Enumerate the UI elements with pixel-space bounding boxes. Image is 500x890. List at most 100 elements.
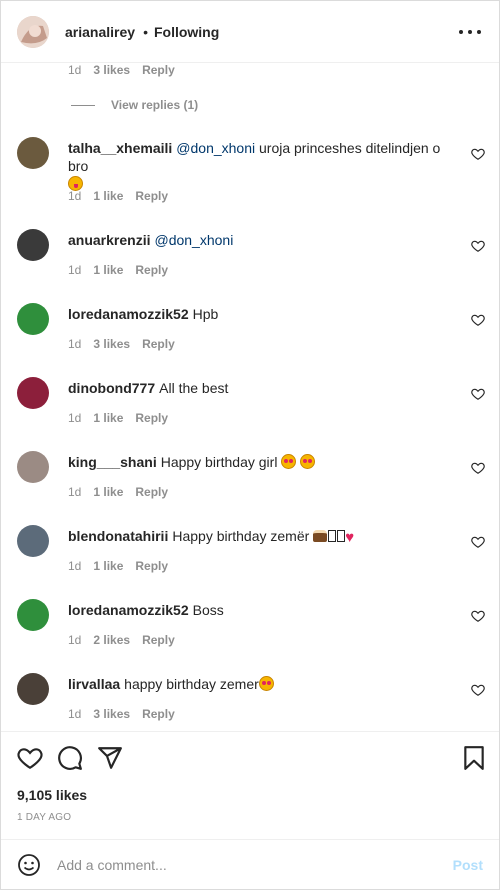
unknown-glyph-icon bbox=[328, 530, 337, 542]
commenter-avatar[interactable] bbox=[17, 137, 49, 169]
comment-time: 1d bbox=[68, 337, 82, 351]
comment-like-heart-icon[interactable] bbox=[471, 387, 485, 401]
comment-time: 1d bbox=[68, 263, 82, 277]
comments-list[interactable]: 1d 3 likes Reply View replies (1) talha_… bbox=[1, 63, 499, 731]
comment-text: blendonatahirii Happy birthday zemër ♥ bbox=[68, 527, 458, 547]
comment-time: 1d bbox=[68, 411, 82, 425]
comment-text: loredanamozzik52 Boss bbox=[68, 601, 458, 619]
more-options-icon[interactable] bbox=[459, 23, 481, 41]
comment-mention[interactable]: @don_xhoni bbox=[154, 232, 233, 248]
comment-body: Happy birthday girl bbox=[160, 454, 278, 470]
comment-like-heart-icon[interactable] bbox=[471, 535, 485, 549]
comment-like-heart-icon[interactable] bbox=[471, 313, 485, 327]
comment-meta: 1d 2 likes Reply bbox=[68, 633, 175, 647]
comment-mention[interactable]: @don_xhoni bbox=[176, 140, 255, 156]
post-actions: 9,105 likes 1 DAY AGO bbox=[1, 731, 499, 839]
comment-icon[interactable] bbox=[57, 745, 83, 771]
commenter-username[interactable]: dinobond777 bbox=[68, 380, 155, 396]
comment-likes-count[interactable]: 2 likes bbox=[93, 633, 130, 647]
comment-text: loredanamozzik52 Hpb bbox=[68, 305, 458, 323]
commenter-avatar[interactable] bbox=[17, 303, 49, 335]
commenter-avatar[interactable] bbox=[17, 229, 49, 261]
comment-text: king___shani Happy birthday girl bbox=[68, 453, 458, 471]
comment-like-heart-icon[interactable] bbox=[471, 239, 485, 253]
commenter-avatar[interactable] bbox=[17, 673, 49, 705]
comment-like-heart-icon[interactable] bbox=[471, 609, 485, 623]
commenter-username[interactable]: loredanamozzik52 bbox=[68, 306, 189, 322]
comment-time: 1d bbox=[68, 633, 82, 647]
comment-likes-count[interactable]: 1 like bbox=[93, 485, 123, 499]
comment-like-heart-icon[interactable] bbox=[471, 683, 485, 697]
reply-button[interactable]: Reply bbox=[142, 63, 175, 77]
comment-input[interactable] bbox=[57, 854, 437, 876]
heart-eyes-emoji-icon bbox=[281, 454, 297, 469]
smiley-icon[interactable] bbox=[17, 853, 41, 877]
following-button[interactable]: Following bbox=[154, 24, 219, 40]
commenter-username[interactable]: talha__xhemaili bbox=[68, 140, 172, 156]
commenter-username[interactable]: king___shani bbox=[68, 454, 157, 470]
likes-total[interactable]: 9,105 likes bbox=[17, 787, 87, 803]
comment-text: dinobond777 All the best bbox=[68, 379, 458, 397]
comment-text: anuarkrenzii @don_xhoni bbox=[68, 231, 458, 249]
reply-button[interactable]: Reply bbox=[135, 411, 168, 425]
comment-item: dinobond777 All the best 1d 1 like Reply bbox=[1, 377, 499, 451]
view-replies-line bbox=[71, 104, 95, 106]
reply-button[interactable]: Reply bbox=[135, 189, 168, 203]
comment-item: lirvallaa happy birthday zemer 1d 3 likes… bbox=[1, 673, 499, 731]
commenter-avatar[interactable] bbox=[17, 599, 49, 631]
commenter-username[interactable]: anuarkrenzii bbox=[68, 232, 150, 248]
comment-meta: 1d 1 like Reply bbox=[68, 559, 168, 573]
reply-button[interactable]: Reply bbox=[142, 633, 175, 647]
comment-likes-count[interactable]: 1 like bbox=[93, 411, 123, 425]
comment-body: Happy birthday zemër bbox=[172, 528, 310, 544]
comment-like-heart-icon[interactable] bbox=[471, 461, 485, 475]
comment-likes-count[interactable]: 3 likes bbox=[93, 707, 130, 721]
unknown-glyph-icon bbox=[337, 530, 346, 542]
comment-likes-count[interactable]: 3 likes bbox=[93, 63, 130, 77]
commenter-avatar[interactable] bbox=[17, 451, 49, 483]
view-replies-label: View replies (1) bbox=[111, 98, 199, 112]
comment-body: All the best bbox=[159, 380, 229, 396]
reply-button[interactable]: Reply bbox=[135, 485, 168, 499]
paper-plane-icon[interactable] bbox=[97, 745, 123, 771]
reply-button[interactable]: Reply bbox=[135, 263, 168, 277]
reply-button[interactable]: Reply bbox=[142, 707, 175, 721]
comment-time: 1d bbox=[68, 559, 82, 573]
post-comments-panel: arianalirey • Following 1d 3 likes Reply… bbox=[0, 0, 500, 890]
heart-icon[interactable] bbox=[17, 745, 43, 771]
comment-body: happy birthday zemer bbox=[124, 676, 259, 692]
comment-likes-count[interactable]: 1 like bbox=[93, 559, 123, 573]
view-replies-button[interactable]: View replies (1) bbox=[71, 98, 198, 112]
reply-button[interactable]: Reply bbox=[135, 559, 168, 573]
cake-emoji-icon bbox=[313, 530, 328, 542]
comment-time: 1d bbox=[68, 707, 82, 721]
comment-likes-count[interactable]: 3 likes bbox=[93, 337, 130, 351]
author-username[interactable]: arianalirey bbox=[65, 24, 135, 40]
comment-meta: 1d 3 likes Reply bbox=[68, 707, 175, 721]
post-header: arianalirey • Following bbox=[1, 1, 499, 63]
comment-meta: 1d 1 like Reply bbox=[68, 263, 168, 277]
comment-body: Hpb bbox=[192, 306, 219, 322]
commenter-avatar[interactable] bbox=[17, 525, 49, 557]
comment-text: lirvallaa happy birthday zemer bbox=[68, 675, 458, 693]
comment-item: talha__xhemaili @don_xhoni uroja princesh… bbox=[1, 137, 499, 211]
commenter-username[interactable]: blendonatahirii bbox=[68, 528, 168, 544]
bookmark-icon[interactable] bbox=[461, 745, 487, 771]
comment-body: Boss bbox=[192, 602, 224, 618]
comment-item: blendonatahirii Happy birthday zemër ♥ 1d… bbox=[1, 525, 499, 599]
comment-likes-count[interactable]: 1 like bbox=[93, 189, 123, 203]
previous-comment-meta: 1d 3 likes Reply bbox=[68, 63, 175, 77]
comment-like-heart-icon[interactable] bbox=[471, 147, 485, 161]
commenter-username[interactable]: lirvallaa bbox=[68, 676, 120, 692]
author-avatar[interactable] bbox=[17, 15, 49, 48]
comment-likes-count[interactable]: 1 like bbox=[93, 263, 123, 277]
commenter-avatar[interactable] bbox=[17, 377, 49, 409]
comment-meta: 1d 1 like Reply bbox=[68, 189, 168, 203]
post-button[interactable]: Post bbox=[453, 857, 483, 873]
reply-button[interactable]: Reply bbox=[142, 337, 175, 351]
comment-time: 1d bbox=[68, 189, 82, 203]
comment-item: king___shani Happy birthday girl 1d 1 lik… bbox=[1, 451, 499, 525]
commenter-username[interactable]: loredanamozzik52 bbox=[68, 602, 189, 618]
comment-item: anuarkrenzii @don_xhoni 1d 1 like Reply bbox=[1, 229, 499, 303]
comment-item: loredanamozzik52 Boss 1d 2 likes Reply bbox=[1, 599, 499, 673]
